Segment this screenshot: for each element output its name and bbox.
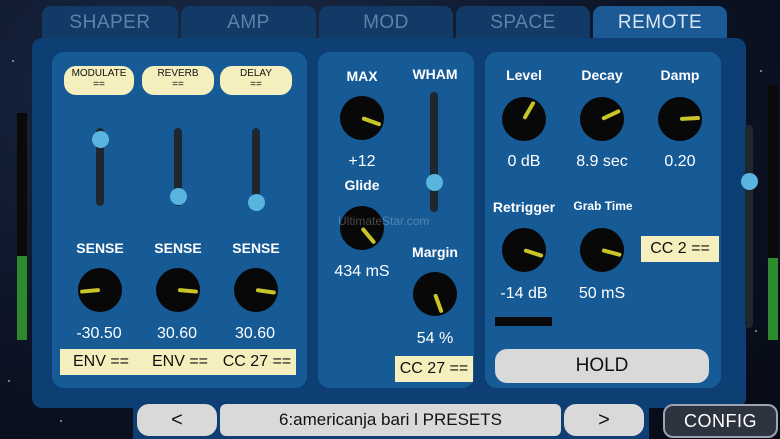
retrigger-value: -14 dB (500, 285, 548, 302)
reverb-slider-thumb[interactable] (170, 188, 187, 206)
margin-value: 54 % (416, 330, 454, 347)
grab-time-value: 50 mS (578, 285, 626, 302)
max-knob[interactable] (340, 96, 384, 140)
knob-indicator (679, 115, 701, 121)
sense-label-3: SENSE (232, 240, 280, 256)
knob-indicator (522, 100, 536, 120)
knob-indicator (601, 248, 622, 258)
margin-knob[interactable] (413, 272, 457, 316)
level-value: 0 dB (507, 153, 541, 170)
sense-value-2: 30.60 (156, 325, 198, 342)
delay-sub: == (250, 79, 262, 90)
damp-value: 0.20 (664, 153, 696, 170)
knob-indicator (360, 226, 377, 245)
knob-indicator (255, 288, 277, 295)
sense-value-3: 30.60 (234, 325, 276, 342)
damp-label: Damp (660, 67, 700, 83)
sense-label-1: SENSE (76, 240, 124, 256)
max-value: +12 (348, 153, 376, 170)
tab-space[interactable]: SPACE (456, 6, 590, 40)
glide-knob[interactable] (340, 206, 384, 250)
knob-indicator (177, 288, 199, 294)
damp-knob[interactable] (658, 97, 702, 141)
wham-slider-thumb[interactable] (426, 173, 443, 191)
assign-1-button[interactable]: ENV == (60, 349, 142, 375)
retrigger-knob[interactable] (502, 228, 546, 272)
glide-label: Glide (344, 177, 380, 193)
decay-value: 8.9 sec (576, 153, 628, 170)
wham-label: WHAM (412, 66, 458, 82)
decay-label: Decay (581, 67, 623, 83)
modulate-sub: == (93, 79, 105, 90)
margin-label: Margin (412, 244, 458, 260)
glide-value: 434 mS (334, 263, 390, 280)
wham-assign-button[interactable]: CC 27 == (395, 356, 473, 382)
reverb-label: REVERB (157, 68, 199, 79)
next-preset-button[interactable]: > (564, 404, 644, 436)
level-label: Level (506, 67, 542, 83)
knob-indicator (79, 288, 101, 294)
sense-knob-3[interactable] (234, 268, 278, 312)
reverb-button[interactable]: REVERB == (142, 66, 214, 95)
knob-indicator (523, 248, 544, 259)
tab-remote[interactable]: REMOTE (593, 6, 727, 40)
sense-knob-1[interactable] (78, 268, 122, 312)
left-level-meter (17, 113, 27, 340)
tab-shaper[interactable]: SHAPER (42, 6, 178, 40)
remote-assign-button[interactable]: CC 2 == (641, 236, 719, 262)
sense-value-1: -30.50 (76, 325, 122, 342)
knob-indicator (433, 293, 444, 314)
retrigger-indicator (495, 317, 552, 326)
preset-name-button[interactable]: 6:americanja bari l PRESETS (220, 404, 561, 436)
retrigger-label: Retrigger (492, 199, 556, 215)
sense-label-2: SENSE (154, 240, 202, 256)
assign-3-button[interactable]: CC 27 == (218, 349, 296, 375)
max-label: MAX (346, 68, 378, 84)
right-level-meter (768, 85, 778, 340)
level-knob[interactable] (502, 97, 546, 141)
delay-button[interactable]: DELAY == (220, 66, 292, 95)
decay-knob[interactable] (580, 97, 624, 141)
grab-time-knob[interactable] (580, 228, 624, 272)
right-volume-slider-thumb[interactable] (741, 173, 758, 191)
config-button[interactable]: CONFIG (663, 404, 778, 438)
sense-knob-2[interactable] (156, 268, 200, 312)
right-volume-slider[interactable] (745, 125, 753, 328)
watermark: UltimateStar.com (338, 214, 430, 228)
prev-preset-button[interactable]: < (137, 404, 217, 436)
knob-indicator (601, 108, 621, 121)
delay-label: DELAY (239, 68, 273, 79)
hold-button[interactable]: HOLD (495, 349, 709, 383)
reverb-sub: == (172, 79, 184, 90)
tab-mod[interactable]: MOD (319, 6, 453, 40)
tab-amp[interactable]: AMP (181, 6, 316, 40)
knob-indicator (361, 116, 382, 127)
grab-time-label: Grab Time (573, 199, 633, 213)
wham-slider[interactable] (430, 92, 438, 212)
modulate-button[interactable]: MODULATE == (64, 66, 134, 95)
assign-2-button[interactable]: ENV == (142, 349, 218, 375)
modulate-label: MODULATE (71, 68, 127, 79)
